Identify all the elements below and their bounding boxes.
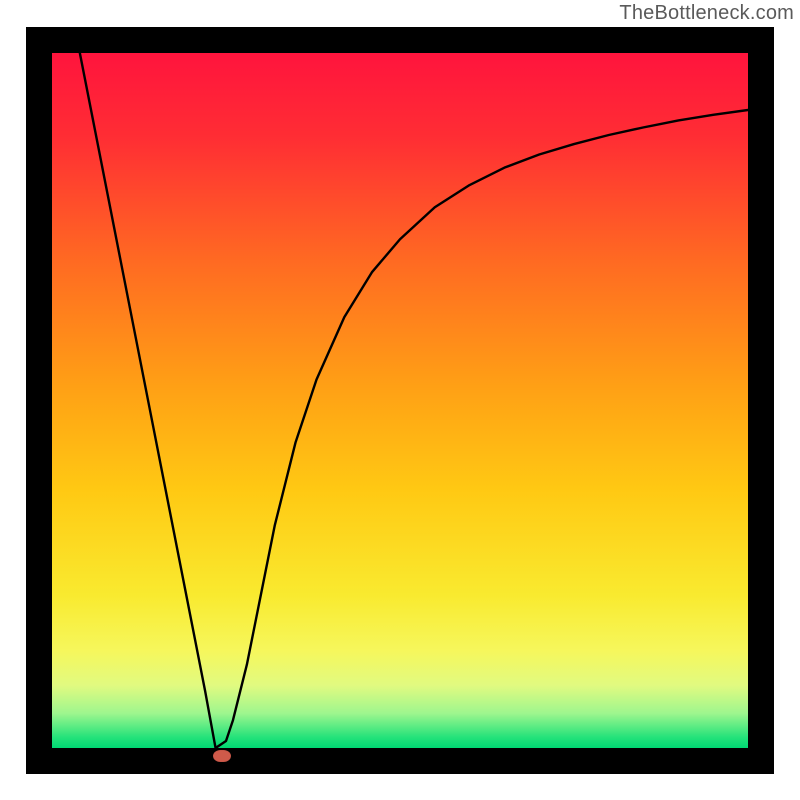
curve-path xyxy=(80,53,748,748)
plot-area xyxy=(26,27,774,774)
attribution-text: TheBottleneck.com xyxy=(619,2,794,25)
optimal-point-marker xyxy=(213,750,231,762)
bottleneck-curve xyxy=(52,53,748,748)
chart-root: { "attribution": { "text": "TheBottlenec… xyxy=(0,0,800,800)
